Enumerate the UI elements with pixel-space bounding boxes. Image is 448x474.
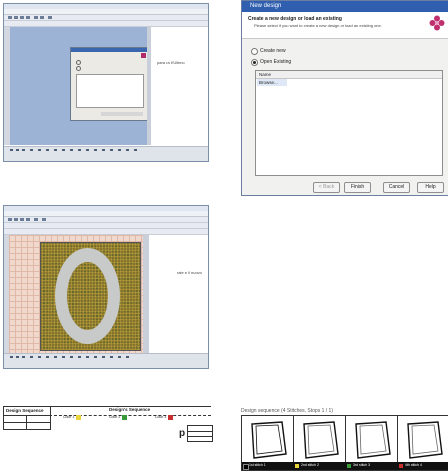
doc-color-row: Color 1 Color 2 Color 3 — [49, 415, 211, 421]
flower-logo-icon — [429, 15, 445, 31]
frame-2 — [294, 416, 346, 462]
frame-3 — [346, 416, 398, 462]
stitch-shape-icon — [407, 421, 443, 459]
side-document: raie e il nuovo — [149, 235, 208, 353]
finish-button[interactable]: Finish — [344, 182, 371, 193]
color-2-swatch — [122, 415, 127, 420]
frame-1 — [242, 416, 294, 462]
create-new-radio[interactable] — [251, 48, 258, 55]
caption-2: 2nd stitch 2 — [301, 463, 319, 467]
screenshot-design-software-1: para ra il'Ultimo — [3, 3, 209, 162]
back-button[interactable]: < Back — [313, 182, 340, 193]
dialog-title: New design — [250, 3, 282, 9]
caption-2-swatch — [295, 464, 299, 468]
open-existing-radio[interactable] — [251, 59, 258, 66]
caption-3-swatch — [347, 464, 351, 468]
caption-1: 1st stitch 1 — [249, 463, 266, 467]
dialog-title-bar: New design — [242, 1, 448, 12]
list-header-name: Name — [259, 72, 272, 77]
status-bar — [4, 353, 208, 368]
list-item[interactable]: Browse... — [257, 79, 287, 86]
cancel-button[interactable]: Cancel — [383, 182, 410, 193]
list-item-browse: Browse... — [259, 80, 278, 85]
side-document-text: para ra il'Ultimo — [157, 60, 185, 65]
status-bar — [4, 146, 208, 161]
sequence-frames: 1st stitch 1 2nd stitch 2 3rd stitch 3 4… — [241, 415, 448, 471]
dialog-header: Create a new design or load an existing … — [242, 12, 448, 39]
doc-right-box — [187, 425, 213, 442]
stitch-shape-icon — [303, 421, 339, 459]
inner-dialog-radio-1[interactable] — [76, 60, 81, 65]
side-document: para ra il'Ultimo — [151, 27, 208, 145]
frames-title: Design sequence (4 Stitches, Stops 1 / 1… — [241, 408, 333, 414]
create-new-label: Create new — [260, 48, 286, 54]
embroidery-design[interactable] — [40, 242, 141, 351]
dialog-subtext: Please select if you want to create a ne… — [254, 23, 382, 28]
inner-dialog-buttons[interactable] — [101, 112, 143, 116]
caption-4: 4th stitch 4 — [405, 463, 422, 467]
inner-dialog-logo-icon — [141, 53, 146, 58]
doc-center-title: Design's Sequence — [109, 407, 151, 412]
open-existing-label: Open Existing — [260, 59, 292, 65]
stitch-shape-icon — [251, 421, 287, 459]
help-button[interactable]: Help — [417, 182, 444, 193]
doc-right-letter: p — [179, 428, 186, 439]
sequence-document: Design Sequence Design's Sequence Color … — [3, 406, 213, 444]
color-2-label: Color 2 — [109, 415, 121, 419]
dialog-heading: Create a new design or load an existing — [248, 16, 342, 22]
color-1-label: Color 1 — [63, 415, 75, 419]
color-3-swatch — [168, 415, 173, 420]
caption-4-swatch — [399, 464, 403, 468]
stitch-shape-icon — [355, 421, 391, 459]
list-header[interactable]: Name — [256, 71, 442, 79]
inner-dialog-titlebar — [71, 48, 149, 52]
design-list[interactable]: Name Browse... — [255, 70, 443, 176]
screenshot-design-software-2: raie e il nuovo — [3, 205, 209, 369]
doc-left-title: Design Sequence — [6, 408, 44, 413]
frames-caption-bar: 1st stitch 1 2nd stitch 2 3rd stitch 3 4… — [242, 462, 448, 470]
frame-4 — [398, 416, 448, 462]
new-design-dialog: New design Create a new design or load a… — [241, 0, 448, 196]
side-document-text: raie e il nuovo — [177, 270, 202, 275]
letter-o-inner — [67, 262, 108, 330]
inner-dialog-radio-2[interactable] — [76, 66, 81, 71]
color-1-swatch — [76, 415, 81, 420]
caption-3: 3rd stitch 3 — [353, 463, 371, 467]
inner-dialog-list[interactable] — [76, 74, 144, 108]
color-3-label: Color 3 — [155, 415, 167, 419]
doc-left-table: Design Sequence — [3, 406, 51, 430]
inner-dialog — [70, 47, 150, 121]
